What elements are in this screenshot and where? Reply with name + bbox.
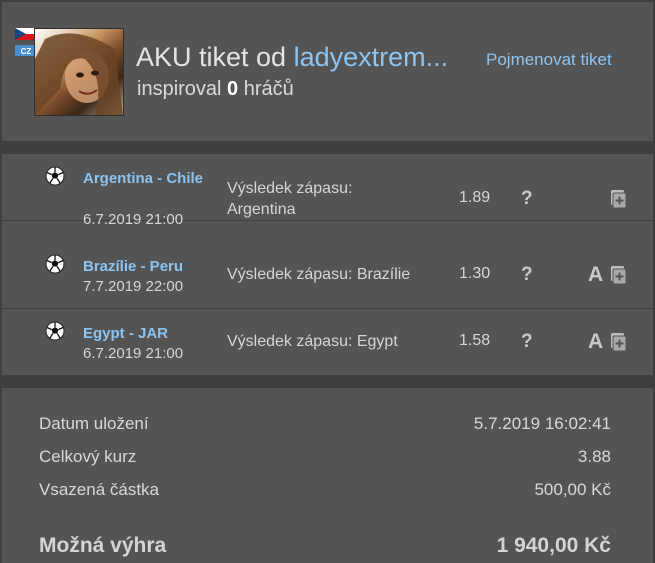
match-row: Egypt - JAR 6.7.2019 21:00 Výsledek zápa… [2, 309, 653, 375]
result-pending-icon: ? [521, 188, 533, 209]
title-prefix: AKU tiket od [136, 42, 287, 72]
result-pending-icon: ? [521, 264, 533, 285]
rename-ticket-link[interactable]: Pojmenovat tiket [486, 50, 612, 70]
inspired-count: 0 [227, 78, 239, 100]
match-teams-link[interactable]: Argentina - Chile [83, 168, 203, 189]
a-button[interactable]: A [588, 263, 603, 287]
total-odds-value: 3.88 [577, 447, 611, 466]
inspired-suffix: hráčů [243, 78, 294, 100]
stake-value: 500,00 Kč [534, 480, 611, 499]
inspired-count-text: inspiroval 0 hráčů [137, 78, 294, 101]
ticket-header: CZ AKU tiket od ladyextrem... inspiroval… [2, 2, 653, 141]
ticket-summary: Datum uložení 5.7.2019 16:02:41 Celkový … [2, 388, 653, 563]
username-link[interactable]: ladyextrem... [294, 42, 449, 72]
possible-win-value: 1 940,00 Kč [496, 534, 611, 557]
add-to-ticket-icon[interactable] [610, 190, 627, 209]
bet-description: Výsledek zápasu: Egypt [227, 333, 398, 350]
match-list: Argentina - Chile 6.7.2019 21:00 Výslede… [2, 154, 653, 375]
possible-win-row: Možná výhra 1 940,00 Kč [39, 534, 611, 558]
flag-country-code: CZ [21, 47, 32, 56]
saved-date-label: Datum uložení [39, 414, 149, 433]
stake-row: Vsazená částka 500,00 Kč [39, 480, 611, 500]
total-odds-label: Celkový kurz [39, 447, 137, 466]
soccer-ball-icon [45, 254, 65, 274]
soccer-ball-icon [45, 166, 65, 186]
saved-date-row: Datum uložení 5.7.2019 16:02:41 [39, 414, 611, 434]
add-to-ticket-icon[interactable] [610, 266, 627, 285]
soccer-ball-icon [45, 321, 65, 341]
stake-label: Vsazená částka [39, 480, 160, 499]
result-pending-icon: ? [521, 331, 533, 352]
match-datetime: 6.7.2019 21:00 [83, 211, 184, 228]
match-datetime: 6.7.2019 21:00 [83, 345, 184, 362]
odds-value: 1.30 [459, 265, 491, 282]
match-datetime: 7.7.2019 22:00 [83, 278, 184, 295]
total-odds-row: Celkový kurz 3.88 [39, 447, 611, 467]
ticket-title: AKU tiket od ladyextrem... [136, 42, 448, 73]
odds-value: 1.58 [459, 332, 491, 349]
add-to-ticket-icon[interactable] [610, 333, 627, 352]
possible-win-label: Možná výhra [39, 534, 167, 557]
user-avatar[interactable] [34, 28, 124, 116]
saved-date-value: 5.7.2019 16:02:41 [473, 414, 611, 433]
inspired-prefix: inspiroval [137, 78, 222, 100]
bet-description: Výsledek zápasu: Argentina [227, 180, 353, 218]
odds-value: 1.89 [459, 189, 491, 206]
bet-description: Výsledek zápasu: Brazílie [227, 266, 411, 283]
match-teams-link[interactable]: Egypt - JAR [83, 323, 203, 344]
a-button[interactable]: A [588, 330, 603, 354]
match-row: Argentina - Chile 6.7.2019 21:00 Výslede… [2, 154, 653, 228]
match-row: Brazílie - Peru 7.7.2019 22:00 Výsledek … [2, 242, 653, 309]
match-teams-link[interactable]: Brazílie - Peru [83, 256, 203, 277]
